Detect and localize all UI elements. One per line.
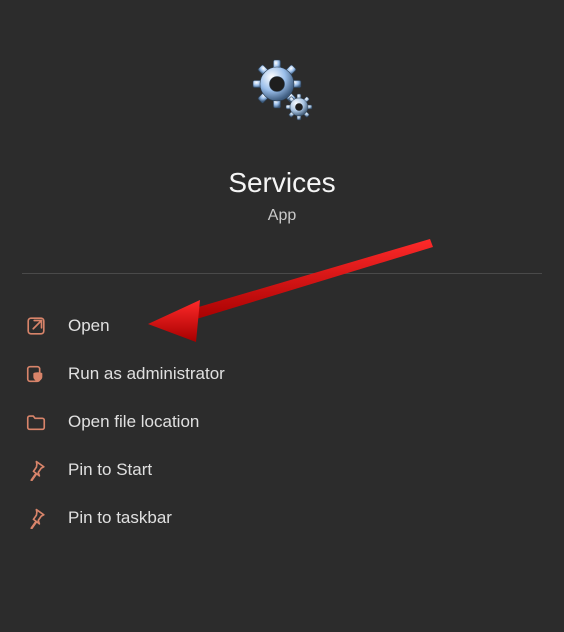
open-icon: [22, 312, 50, 340]
app-icon-wrap: [0, 0, 564, 125]
menu-item-label: Pin to Start: [68, 460, 152, 480]
admin-shield-icon: [22, 360, 50, 388]
menu-item-label: Open file location: [68, 412, 199, 432]
services-app-icon: [247, 55, 317, 125]
menu-item-open-file-location[interactable]: Open file location: [22, 398, 542, 446]
pin-icon: [22, 504, 50, 532]
menu-item-pin-to-start[interactable]: Pin to Start: [22, 446, 542, 494]
menu-item-run-as-administrator[interactable]: Run as administrator: [22, 350, 542, 398]
context-panel: Services App Open Run as administrator: [0, 0, 564, 632]
menu-item-label: Pin to taskbar: [68, 508, 172, 528]
menu-list: Open Run as administrator Open file loca…: [0, 302, 564, 542]
menu-item-open[interactable]: Open: [22, 302, 542, 350]
folder-icon: [22, 408, 50, 436]
menu-item-label: Open: [68, 316, 110, 336]
app-subtitle: App: [0, 207, 564, 225]
app-title: Services: [0, 167, 564, 199]
menu-item-label: Run as administrator: [68, 364, 225, 384]
pin-icon: [22, 456, 50, 484]
menu-item-pin-to-taskbar[interactable]: Pin to taskbar: [22, 494, 542, 542]
divider: [22, 273, 542, 274]
